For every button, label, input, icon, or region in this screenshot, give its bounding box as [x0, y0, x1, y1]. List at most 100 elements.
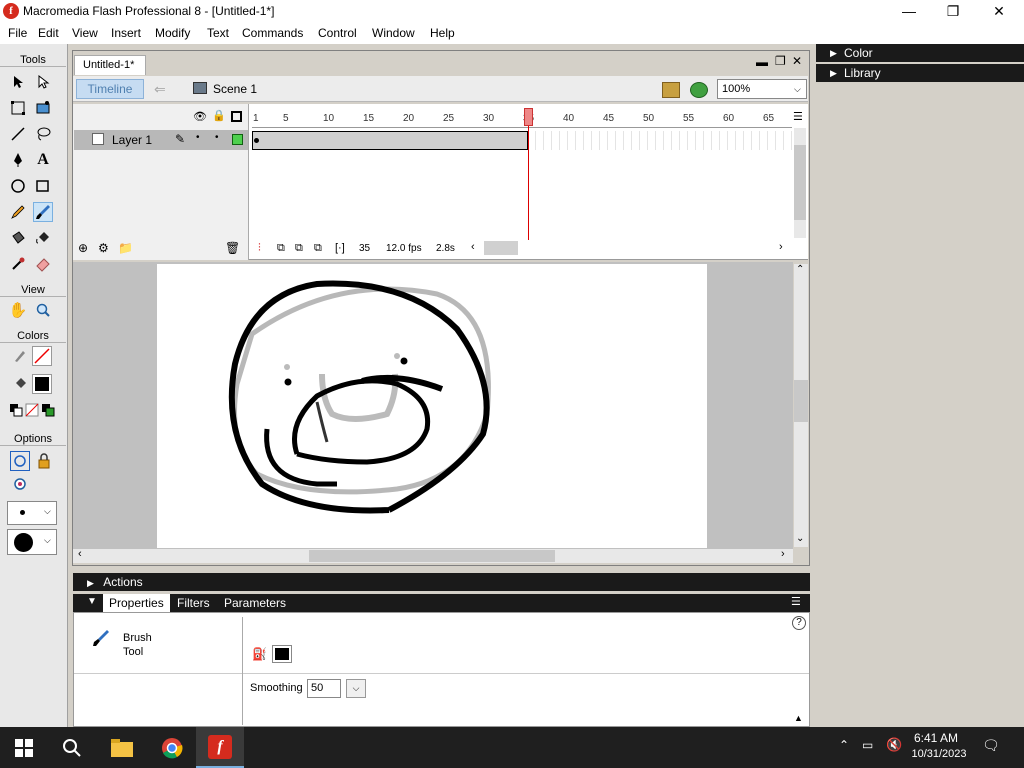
- text-tool-icon[interactable]: A: [33, 150, 53, 170]
- hand-tool-icon[interactable]: ✋: [8, 300, 28, 320]
- visibility-dot[interactable]: •: [196, 132, 200, 143]
- menu-insert[interactable]: Insert: [111, 26, 141, 40]
- smoothing-input[interactable]: 50: [307, 679, 341, 698]
- clock-date[interactable]: 10/31/2023: [906, 748, 972, 760]
- brush-shape-dropdown[interactable]: ⌵: [7, 529, 57, 555]
- empty-frames[interactable]: [528, 131, 792, 150]
- playhead[interactable]: [524, 108, 533, 126]
- add-layer-icon[interactable]: ⊕: [78, 241, 88, 255]
- timeline-vscroll-thumb[interactable]: [794, 145, 806, 220]
- eye-icon[interactable]: 👁: [193, 110, 207, 123]
- free-transform-tool-icon[interactable]: [8, 98, 28, 118]
- tab-filters[interactable]: Filters: [177, 596, 210, 610]
- maximize-button[interactable]: ❐: [930, 0, 976, 22]
- lock-dot[interactable]: •: [215, 132, 219, 143]
- smoothing-dropdown-button[interactable]: ⌵: [346, 679, 366, 698]
- eyedropper-tool-icon[interactable]: [8, 254, 28, 274]
- expand-props-icon[interactable]: ▲: [794, 713, 803, 723]
- menu-commands[interactable]: Commands: [242, 26, 303, 40]
- brush-mode-icon[interactable]: [10, 475, 30, 495]
- library-panel-header[interactable]: ▶ Library: [816, 64, 1024, 82]
- tab-parameters[interactable]: Parameters: [224, 596, 286, 610]
- ink-bottle-tool-icon[interactable]: [8, 228, 28, 248]
- pen-tool-icon[interactable]: [8, 150, 28, 170]
- onion-outlines-icon[interactable]: ⧉: [295, 242, 303, 255]
- start-button[interactable]: [0, 727, 48, 768]
- chrome-icon[interactable]: [148, 727, 196, 768]
- outline-icon[interactable]: [231, 111, 242, 122]
- timeline-scroll-left-icon[interactable]: ‹: [471, 241, 475, 253]
- eraser-tool-icon[interactable]: [33, 254, 53, 274]
- scroll-right-icon[interactable]: ›: [781, 548, 785, 560]
- scroll-down-icon[interactable]: ⌄: [796, 533, 804, 544]
- menu-modify[interactable]: Modify: [155, 26, 190, 40]
- tray-chevron-up-icon[interactable]: ⌃: [839, 738, 849, 752]
- actions-panel-header[interactable]: ▶ Actions: [73, 573, 810, 591]
- menu-window[interactable]: Window: [372, 26, 415, 40]
- close-button[interactable]: ✕: [976, 0, 1022, 22]
- lock-fill-icon[interactable]: [34, 451, 54, 471]
- doc-minimize-icon[interactable]: ▬: [756, 55, 768, 69]
- zoom-tool-icon[interactable]: [33, 300, 53, 320]
- timeline-scroll-right-icon[interactable]: ›: [779, 241, 783, 253]
- help-icon[interactable]: ?: [792, 616, 806, 630]
- network-icon[interactable]: ▭: [862, 738, 873, 752]
- collapse-arrow-icon[interactable]: ▼: [87, 596, 97, 607]
- rectangle-tool-icon[interactable]: [33, 176, 53, 196]
- onion-skin-icon[interactable]: ⧉: [277, 242, 285, 255]
- stage-canvas[interactable]: [157, 264, 707, 548]
- lock-icon[interactable]: 🔒: [212, 109, 226, 122]
- swap-colors-icon[interactable]: [38, 400, 58, 420]
- scroll-left-icon[interactable]: ‹: [78, 548, 82, 560]
- oval-tool-icon[interactable]: [8, 176, 28, 196]
- menu-edit[interactable]: Edit: [38, 26, 59, 40]
- frame-view-menu-icon[interactable]: ☰: [793, 110, 803, 123]
- modify-markers-icon[interactable]: [·]: [335, 242, 345, 254]
- edit-scene-icon[interactable]: [662, 82, 680, 98]
- brush-size-dropdown[interactable]: ⌵: [7, 501, 57, 525]
- doc-close-icon[interactable]: ✕: [792, 54, 802, 68]
- layer-outline-color[interactable]: [232, 134, 243, 145]
- pencil-tool-icon[interactable]: [8, 202, 28, 222]
- volume-muted-icon[interactable]: 🔇: [886, 737, 902, 753]
- subselection-tool-icon[interactable]: [33, 72, 53, 92]
- object-drawing-icon[interactable]: [10, 451, 30, 471]
- timeline-hscroll-thumb[interactable]: [484, 241, 518, 255]
- minimize-button[interactable]: —: [886, 0, 932, 22]
- layer-row[interactable]: Layer 1 ✎ • •: [74, 130, 248, 150]
- line-tool-icon[interactable]: [8, 124, 28, 144]
- menu-view[interactable]: View: [72, 26, 98, 40]
- document-tab[interactable]: Untitled-1*: [74, 55, 146, 75]
- lasso-tool-icon[interactable]: [33, 124, 53, 144]
- paint-bucket-tool-icon[interactable]: [33, 228, 53, 248]
- stage-vscroll-thumb[interactable]: [794, 380, 808, 422]
- flash-taskbar-icon[interactable]: f: [196, 727, 244, 768]
- notifications-icon[interactable]: 🗨: [982, 737, 1000, 754]
- zoom-dropdown[interactable]: 100% ⌵: [717, 79, 807, 99]
- doc-restore-icon[interactable]: ❐: [775, 54, 786, 68]
- edit-symbols-icon[interactable]: [690, 82, 708, 98]
- stroke-color-swatch[interactable]: [32, 346, 52, 366]
- timeline-toggle-button[interactable]: Timeline: [76, 79, 144, 99]
- file-explorer-icon[interactable]: [98, 727, 146, 768]
- keyframe-span[interactable]: [252, 131, 528, 150]
- tab-properties[interactable]: Properties: [103, 594, 170, 612]
- menu-file[interactable]: File: [8, 26, 27, 40]
- edit-multiple-frames-icon[interactable]: ⧉: [314, 242, 322, 255]
- menu-help[interactable]: Help: [430, 26, 455, 40]
- scroll-up-icon[interactable]: ⌃: [796, 264, 804, 275]
- delete-layer-icon[interactable]: 🗑: [225, 241, 240, 255]
- search-icon[interactable]: [48, 727, 96, 768]
- fill-color-picker[interactable]: [272, 645, 292, 663]
- brush-tool-icon[interactable]: [33, 202, 53, 222]
- menu-control[interactable]: Control: [318, 26, 357, 40]
- insert-folder-icon[interactable]: 📁: [118, 241, 133, 255]
- back-arrow-icon[interactable]: ⇐: [154, 81, 166, 98]
- color-panel-header[interactable]: ▶ Color: [816, 44, 1024, 62]
- center-frame-icon[interactable]: ⫶: [258, 242, 261, 255]
- panel-options-menu-icon[interactable]: ☰: [791, 595, 801, 608]
- fill-color-swatch[interactable]: [32, 374, 52, 394]
- add-motion-guide-icon[interactable]: ⚙: [98, 241, 109, 255]
- gradient-transform-tool-icon[interactable]: [33, 98, 53, 118]
- clock-time[interactable]: 6:41 AM: [906, 731, 966, 745]
